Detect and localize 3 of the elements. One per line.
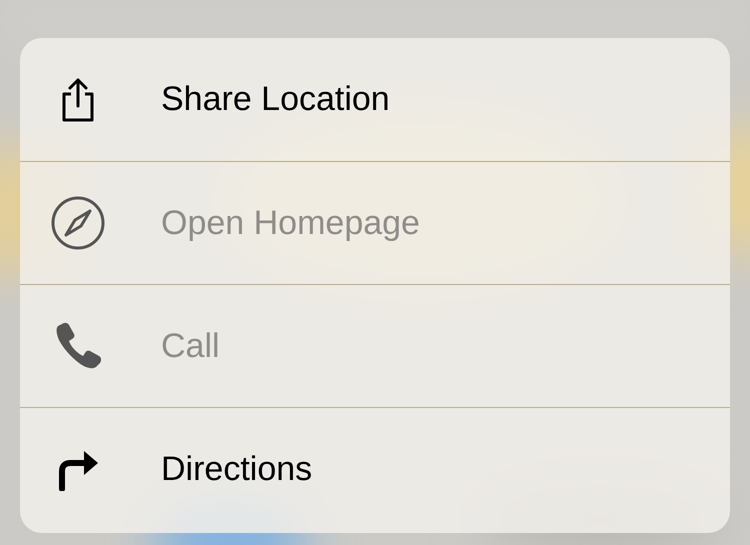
compass-icon (50, 195, 106, 251)
menu-item[interactable]: Share Location (20, 38, 730, 161)
menu-item[interactable]: Directions (20, 407, 730, 530)
